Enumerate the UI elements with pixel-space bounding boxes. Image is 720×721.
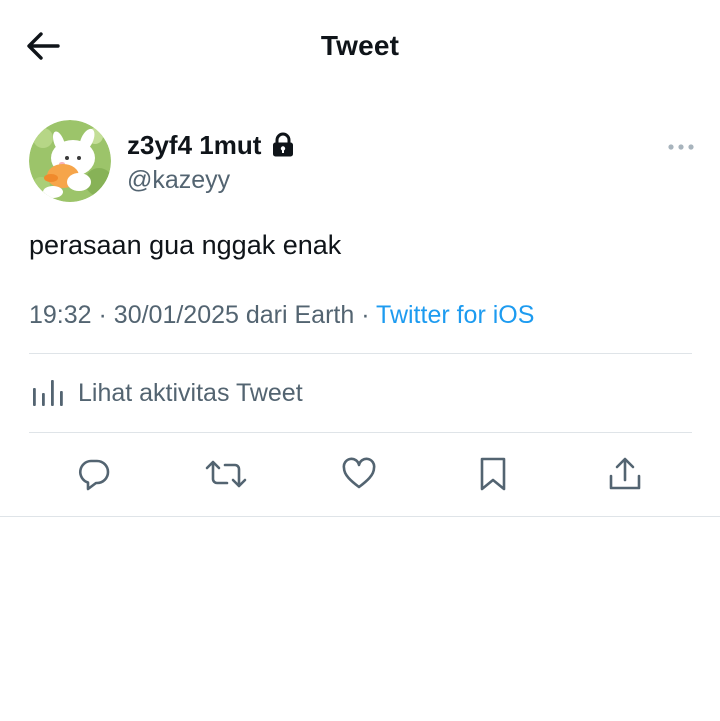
avatar[interactable]	[29, 120, 111, 202]
divider	[29, 432, 692, 433]
bar-chart-icon	[32, 376, 70, 410]
top-bar: Tweet	[0, 0, 720, 92]
heart-icon	[342, 457, 376, 489]
retweet-button[interactable]	[204, 452, 248, 496]
tweet-location: dari Earth	[245, 301, 355, 329]
author-display-name: z3yf4 1mut	[127, 130, 262, 160]
tweet-date: 30/01/2025	[113, 301, 239, 329]
more-options-button[interactable]	[664, 136, 698, 158]
bookmark-button[interactable]	[471, 452, 515, 496]
more-horizontal-icon	[668, 144, 694, 150]
reply-button[interactable]	[72, 452, 116, 496]
tweet-activity-label: Lihat aktivitas Tweet	[78, 379, 303, 407]
tweet-source-link[interactable]: Twitter for iOS	[376, 301, 534, 329]
tweet-activity-link[interactable]: Lihat aktivitas Tweet	[29, 372, 303, 414]
tweet-time: 19:32	[29, 301, 92, 329]
meta-separator: ·	[361, 301, 370, 329]
lock-icon	[271, 132, 295, 158]
author-name-row[interactable]: z3yf4 1mut	[127, 128, 295, 162]
reply-icon	[79, 459, 110, 491]
page-title: Tweet	[320, 30, 400, 61]
meta-separator: ·	[98, 301, 107, 329]
tweet-text: perasaan gua nggak enak	[29, 230, 342, 260]
tweet-meta: 19:32 · 30/01/2025 dari Earth · Twitter …	[29, 298, 534, 332]
divider	[29, 353, 692, 354]
divider	[0, 516, 720, 517]
share-icon	[609, 457, 641, 490]
like-button[interactable]	[337, 452, 381, 496]
author-handle[interactable]: @kazeyy	[127, 164, 230, 196]
share-button[interactable]	[603, 452, 647, 496]
retweet-icon	[205, 460, 247, 488]
bookmark-icon	[480, 457, 506, 491]
